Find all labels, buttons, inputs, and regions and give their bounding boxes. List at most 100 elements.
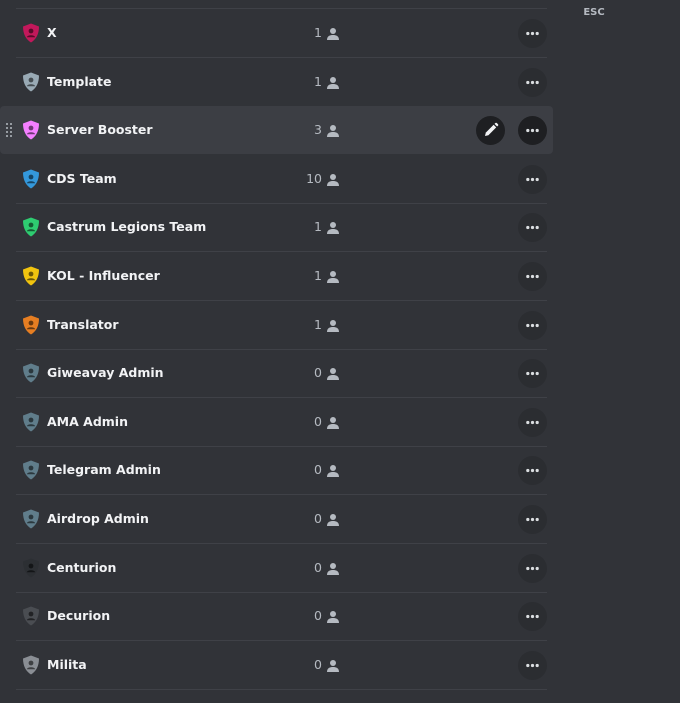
more-options-button[interactable]	[518, 116, 547, 146]
role-member-count: 0	[314, 413, 322, 429]
more-dots-icon	[526, 323, 539, 327]
role-row[interactable]: X1	[0, 9, 553, 58]
more-options-button[interactable]	[518, 262, 547, 291]
role-name: X	[47, 25, 57, 40]
role-row[interactable]: Castrum Legions Team 1	[0, 203, 553, 253]
more-options-button[interactable]	[518, 407, 547, 437]
role-member-count: 1	[314, 73, 322, 89]
esc-label: ESC	[583, 7, 605, 18]
person-icon	[326, 561, 340, 575]
role-row[interactable]: AMA Admin 0	[0, 398, 553, 447]
role-name: Milita	[47, 656, 87, 672]
role-row[interactable]: Template 1	[0, 58, 553, 107]
person-icon	[326, 75, 340, 89]
shield-icon	[22, 655, 40, 675]
person-icon	[326, 26, 340, 40]
shield-icon	[22, 412, 40, 432]
more-options-button[interactable]	[518, 213, 547, 243]
shield-icon	[22, 460, 40, 480]
role-row[interactable]: Airdrop Admin 0	[0, 495, 553, 544]
shield-icon	[22, 606, 40, 626]
more-dots-icon	[526, 274, 539, 279]
role-row[interactable]: Centurion 0	[0, 544, 553, 593]
role-member-count: 0	[314, 559, 322, 575]
more-dots-icon	[526, 615, 539, 619]
more-dots-icon	[526, 663, 539, 667]
more-dots-icon	[526, 372, 539, 376]
person-icon	[326, 220, 340, 235]
person-icon	[326, 123, 340, 138]
close-settings-button[interactable]: ESC	[580, 0, 608, 22]
shield-icon	[22, 23, 40, 43]
more-dots-icon	[526, 226, 539, 230]
shield-icon	[22, 558, 40, 578]
role-row[interactable]: Giweavay Admin 0	[0, 349, 553, 399]
more-dots-icon	[526, 177, 539, 181]
role-row[interactable]: KOL - Influencer 1	[0, 252, 553, 301]
role-name: CDS Team	[47, 170, 117, 186]
role-member-count: 0	[314, 656, 322, 672]
person-icon	[326, 609, 340, 624]
shield-icon	[22, 363, 40, 383]
more-options-button[interactable]	[518, 650, 547, 680]
role-name: Castrum Legions Team	[47, 219, 207, 235]
role-name: Telegram Admin	[47, 462, 161, 478]
more-dots-icon	[526, 517, 539, 522]
role-name: Server Booster	[47, 122, 153, 138]
role-member-count: 1	[314, 219, 322, 235]
role-member-count: 0	[314, 365, 322, 381]
more-options-button[interactable]	[518, 310, 547, 340]
shield-icon	[22, 266, 40, 286]
role-name: Template	[47, 73, 112, 89]
more-dots-icon	[526, 469, 539, 473]
person-icon	[326, 172, 340, 186]
more-dots-icon	[526, 420, 539, 424]
role-member-count: 1	[314, 316, 322, 332]
role-member-count: 10	[306, 170, 322, 186]
role-member-count: 3	[314, 122, 322, 138]
shield-icon	[22, 72, 40, 92]
person-icon	[326, 658, 340, 672]
role-row[interactable]: Server Booster 3	[0, 106, 553, 155]
more-dots-icon	[526, 129, 539, 133]
person-icon	[326, 318, 340, 332]
more-dots-icon	[526, 31, 539, 36]
role-member-count: 0	[314, 608, 322, 624]
shield-icon	[22, 169, 40, 189]
more-dots-icon	[526, 80, 539, 84]
role-member-count: 0	[314, 511, 322, 526]
more-options-button[interactable]	[518, 602, 547, 632]
shield-icon	[22, 120, 40, 140]
role-member-count: 1	[314, 25, 322, 40]
more-options-button[interactable]	[518, 553, 547, 583]
more-options-button[interactable]	[518, 164, 547, 194]
edit-role-button[interactable]	[476, 116, 505, 146]
role-name: AMA Admin	[47, 413, 128, 429]
role-name: Translator	[47, 316, 119, 332]
role-name: KOL - Influencer	[47, 268, 160, 283]
role-row[interactable]: Telegram Admin 0	[0, 446, 553, 496]
role-name: Airdrop Admin	[47, 511, 149, 526]
more-options-button[interactable]	[518, 19, 547, 48]
role-member-count: 0	[314, 462, 322, 478]
pencil-icon	[485, 122, 499, 137]
more-options-button[interactable]	[518, 67, 547, 97]
shield-icon	[22, 315, 40, 335]
person-icon	[326, 415, 340, 429]
more-options-button[interactable]	[518, 456, 547, 486]
role-name: Giweavay Admin	[47, 365, 164, 381]
role-row[interactable]: Milita 0	[0, 641, 553, 690]
role-row[interactable]: Translator 1	[0, 301, 553, 350]
role-row[interactable]: Decurion 0	[0, 592, 553, 642]
person-icon	[326, 512, 340, 526]
role-settings-page: X 1 Template 1 Server Booster 3 CDS Team 10 Cast…	[0, 0, 680, 703]
role-name: Centurion	[47, 559, 117, 575]
more-dots-icon	[526, 566, 539, 570]
person-icon	[326, 269, 340, 283]
shield-icon	[22, 509, 40, 529]
drag-handle-icon[interactable]	[5, 123, 13, 138]
more-options-button[interactable]	[518, 359, 547, 389]
role-row[interactable]: CDS Team 10	[0, 155, 553, 204]
person-icon	[326, 463, 340, 478]
more-options-button[interactable]	[518, 505, 547, 534]
